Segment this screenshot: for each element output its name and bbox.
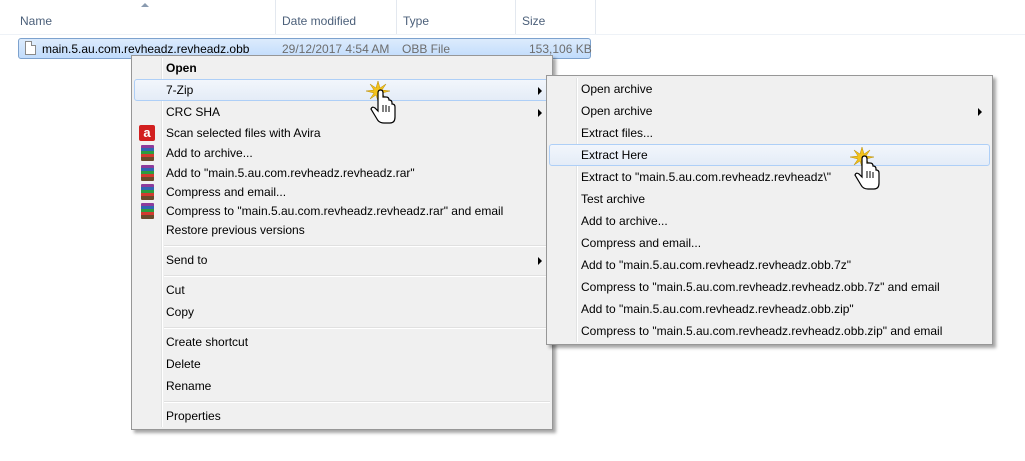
submenu-item-add-to-archive[interactable]: Add to archive... [549, 210, 990, 232]
column-size-header[interactable]: Size [516, 0, 596, 34]
menu-item-open[interactable]: Open [134, 57, 550, 79]
context-menu: Open 7-Zip CRC SHA a Scan selected files… [131, 55, 553, 430]
menu-separator [164, 327, 550, 329]
menu-item-label: 7-Zip [166, 83, 194, 97]
menu-separator [164, 401, 550, 403]
submenu-item-label: Open archive [581, 82, 653, 96]
submenu-item-extract-here[interactable]: Extract Here [549, 144, 990, 166]
menu-item-avira-scan[interactable]: a Scan selected files with Avira [134, 122, 550, 144]
submenu-item-label: Open archive [581, 104, 653, 118]
submenu-item-label: Add to "main.5.au.com.revheadz.revheadz.… [581, 258, 852, 272]
submenu-arrow-icon [978, 108, 982, 116]
menu-item-label: Cut [166, 283, 185, 297]
menu-item-label: Send to [166, 253, 208, 267]
submenu-item-label: Add to "main.5.au.com.revheadz.revheadz.… [581, 302, 854, 316]
submenu-arrow-icon [538, 257, 542, 265]
column-type-header[interactable]: Type [397, 0, 516, 34]
menu-item-label: Open [166, 61, 197, 75]
menu-item-rename[interactable]: Rename [134, 375, 550, 397]
submenu-item-label: Extract Here [581, 148, 648, 162]
submenu-item-add-to-zip[interactable]: Add to "main.5.au.com.revheadz.revheadz.… [549, 298, 990, 320]
menu-item-properties[interactable]: Properties [134, 405, 550, 427]
submenu-item-extract-to[interactable]: Extract to "main.5.au.com.revheadz.revhe… [549, 166, 990, 188]
column-header: Name Date modified Type Size [0, 0, 1025, 35]
submenu-item-label: Add to archive... [581, 214, 668, 228]
winrar-icon [141, 165, 154, 181]
menu-item-label: Restore previous versions [166, 223, 305, 237]
winrar-icon [141, 184, 154, 200]
menu-item-restore-versions[interactable]: Restore previous versions [134, 219, 550, 241]
submenu-item-open-archive-more[interactable]: Open archive [549, 100, 990, 122]
submenu-arrow-icon [538, 109, 542, 117]
submenu-item-label: Test archive [581, 192, 646, 206]
menu-item-label: Add to archive... [166, 146, 253, 160]
menu-item-delete[interactable]: Delete [134, 353, 550, 375]
menu-item-create-shortcut[interactable]: Create shortcut [134, 331, 550, 353]
column-name-header[interactable]: Name [14, 0, 276, 34]
menu-item-copy[interactable]: Copy [134, 301, 550, 323]
7zip-submenu: Open archive Open archive Extract files.… [546, 75, 993, 345]
submenu-item-compress-zip-email[interactable]: Compress to "main.5.au.com.revheadz.revh… [549, 320, 990, 342]
menu-item-add-to-archive[interactable]: Add to archive... [134, 142, 550, 164]
file-icon [25, 41, 36, 55]
winrar-icon [141, 203, 154, 219]
column-date-header[interactable]: Date modified [276, 0, 397, 34]
menu-item-7zip[interactable]: 7-Zip [134, 79, 550, 101]
submenu-item-compress-email[interactable]: Compress and email... [549, 232, 990, 254]
winrar-icon [141, 145, 154, 161]
menu-item-send-to[interactable]: Send to [134, 249, 550, 271]
submenu-item-label: Compress and email... [581, 236, 702, 250]
hand-cursor-icon [850, 146, 880, 190]
submenu-item-label: Compress to "main.5.au.com.revheadz.revh… [581, 324, 943, 338]
menu-item-crc-sha[interactable]: CRC SHA [134, 101, 550, 123]
submenu-item-label: Extract to "main.5.au.com.revheadz.revhe… [581, 170, 831, 184]
submenu-item-test-archive[interactable]: Test archive [549, 188, 990, 210]
submenu-item-label: Extract files... [581, 126, 654, 140]
menu-item-cut[interactable]: Cut [134, 279, 550, 301]
menu-item-label: Properties [166, 409, 221, 423]
menu-item-label: Rename [166, 379, 212, 393]
avira-icon: a [139, 125, 155, 141]
submenu-item-compress-7z-email[interactable]: Compress to "main.5.au.com.revheadz.revh… [549, 276, 990, 298]
submenu-item-label: Compress to "main.5.au.com.revheadz.revh… [581, 280, 940, 294]
submenu-item-extract-files[interactable]: Extract files... [549, 122, 990, 144]
submenu-arrow-icon [538, 87, 542, 95]
menu-separator [164, 245, 550, 247]
submenu-item-open-archive[interactable]: Open archive [549, 78, 990, 100]
menu-item-label: Copy [166, 305, 195, 319]
submenu-item-add-to-7z[interactable]: Add to "main.5.au.com.revheadz.revheadz.… [549, 254, 990, 276]
menu-item-label: Delete [166, 357, 201, 371]
menu-item-label: Create shortcut [166, 335, 249, 349]
menu-item-label: Scan selected files with Avira [166, 126, 321, 140]
menu-item-label: CRC SHA [166, 105, 221, 119]
menu-separator [164, 275, 550, 277]
hand-cursor-icon [366, 80, 396, 124]
